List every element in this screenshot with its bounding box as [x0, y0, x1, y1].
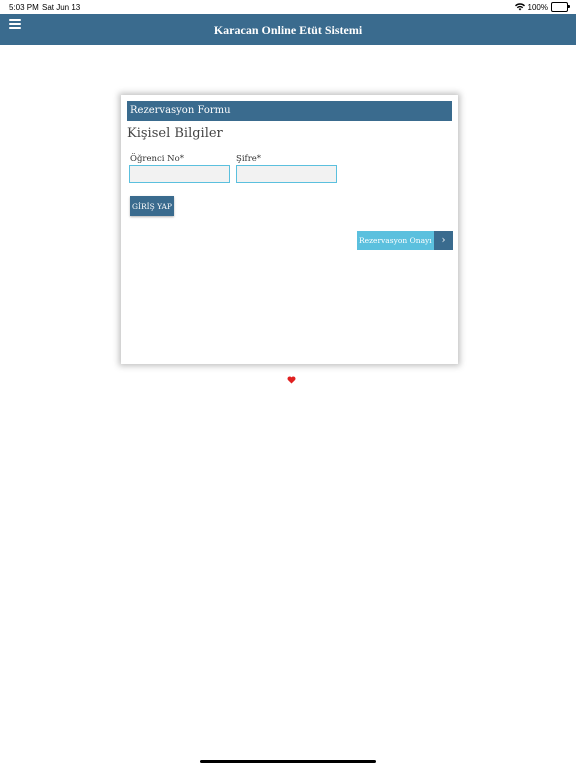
reservation-form-card: Rezervasyon Formu Kişisel Bilgiler Öğren…: [121, 95, 458, 364]
battery-icon: [551, 2, 570, 12]
heart-icon: [285, 376, 297, 388]
password-label: Şifre*: [236, 154, 262, 164]
status-right: 100%: [514, 2, 570, 12]
wifi-icon: [514, 3, 525, 11]
password-input[interactable]: [236, 165, 337, 183]
chevron-right-icon: ›: [434, 231, 453, 250]
status-time: 5:03 PM: [9, 3, 39, 12]
student-no-label: Öğrenci No*: [130, 154, 184, 164]
top-navbar: Karacan Online Etüt Sistemi: [0, 14, 576, 45]
reservation-confirm-button[interactable]: Rezervasyon Onayı ›: [357, 231, 453, 250]
form-header: Rezervasyon Formu: [127, 101, 452, 121]
login-button[interactable]: GİRİŞ YAP: [130, 196, 174, 216]
status-bar: 5:03 PM Sat Jun 13 100%: [0, 0, 576, 14]
reservation-confirm-label: Rezervasyon Onayı: [357, 231, 434, 250]
status-date: Sat Jun 13: [42, 3, 81, 12]
section-title: Kişisel Bilgiler: [127, 126, 223, 141]
app-title: Karacan Online Etüt Sistemi: [213, 23, 363, 37]
student-no-input[interactable]: [129, 165, 230, 183]
battery-percent: 100%: [527, 2, 548, 12]
home-indicator[interactable]: [200, 760, 376, 763]
